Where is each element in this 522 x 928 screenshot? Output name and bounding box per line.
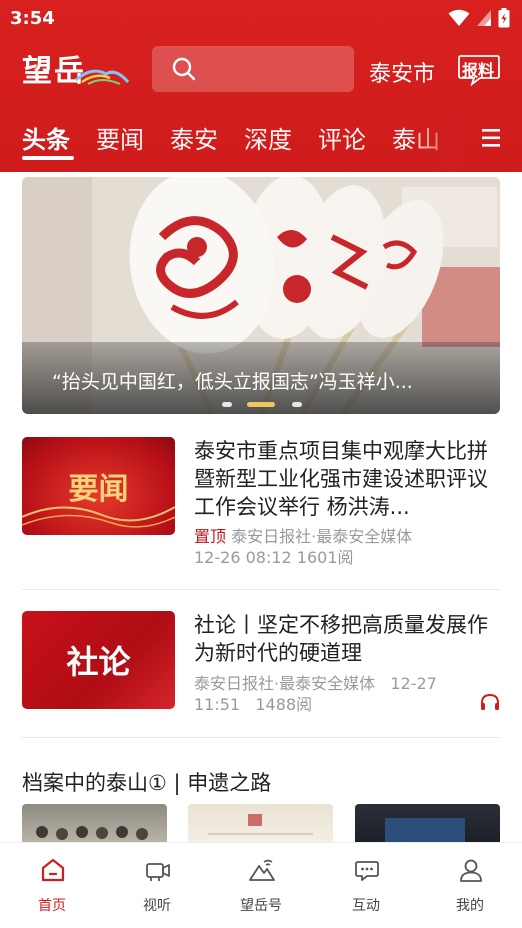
nav-video[interactable]: 视听 xyxy=(117,843,197,928)
news-meta: 泰安日报社·最泰安全媒体 12-27 xyxy=(194,673,500,694)
section-image[interactable] xyxy=(188,804,333,842)
news-source: 泰安日报社·最泰安全媒体 xyxy=(194,674,376,693)
news-reads: 1601阅 xyxy=(296,548,354,567)
archive-document-image xyxy=(208,814,313,835)
headline-carousel[interactable]: “抬头见中国红，低头立报国志”冯玉祥小... xyxy=(22,177,500,414)
report-label: 报料 xyxy=(462,61,495,80)
city-selector[interactable]: 泰安市 xyxy=(369,56,435,88)
divider xyxy=(22,737,500,738)
headphone-icon[interactable] xyxy=(480,693,500,711)
search-input[interactable] xyxy=(152,46,354,92)
news-time-clock: 11:51 xyxy=(194,695,241,714)
carousel-dot[interactable] xyxy=(222,402,232,407)
section-image[interactable] xyxy=(22,804,167,842)
tab-headline[interactable]: 头条 xyxy=(22,120,70,155)
news-title[interactable]: 社论丨坚定不移把高质量发展作为新时代的硬道理 xyxy=(194,611,500,667)
nav-home[interactable]: 首页 xyxy=(12,843,92,928)
carousel-indicator xyxy=(222,402,332,408)
tab-depth[interactable]: 深度 xyxy=(244,120,292,155)
logo-mountain-mark xyxy=(75,69,130,85)
thumbnail-label: 社论 xyxy=(66,643,131,681)
news-thumbnail: 要闻 xyxy=(22,437,175,535)
news-thumbnail: 社论 xyxy=(22,611,175,709)
news-time-date: 12-27 xyxy=(390,674,437,693)
app-screen: 3:54 望岳 泰安市 报料 头条 要闻 泰安 深度 评论 “抬头见中国红，低头… xyxy=(0,0,522,928)
search-icon xyxy=(172,57,196,81)
thumbnail-label: 要闻 xyxy=(68,472,129,507)
archive-photo-group-image xyxy=(36,826,148,840)
section-title[interactable]: 档案中的泰山① | 申遗之路 xyxy=(22,767,271,797)
video-icon xyxy=(146,863,170,881)
active-tab-indicator xyxy=(22,156,74,160)
tab-key-news[interactable]: 要闻 xyxy=(96,120,144,155)
wifi-icon xyxy=(448,9,470,26)
news-item[interactable]: 要闻 泰安市重点项目集中观摩大比拼暨新型工业化强市建设述职评议工作会议举行 杨洪… xyxy=(22,437,500,568)
carousel-dot-active[interactable] xyxy=(247,402,275,407)
status-time: 3:54 xyxy=(10,8,55,29)
nav-interact-label: 互动 xyxy=(352,898,380,914)
menu-icon[interactable] xyxy=(480,126,502,150)
pinned-badge: 置顶 xyxy=(194,527,227,546)
tab-taian[interactable]: 泰安 xyxy=(170,120,218,155)
person-icon xyxy=(460,859,482,882)
news-meta: 置顶 泰安日报社·最泰安全媒体 xyxy=(194,526,500,547)
bottom-navigation: 首页 视听 望岳号 互动 我的 xyxy=(0,842,522,928)
nav-video-label: 视听 xyxy=(143,898,171,914)
tab-commentary[interactable]: 评论 xyxy=(318,120,366,155)
channel-tabs: 头条 要闻 泰安 深度 评论 泰山 xyxy=(0,116,522,166)
nav-profile[interactable]: 我的 xyxy=(430,843,510,928)
report-button[interactable]: 报料 xyxy=(458,54,500,86)
news-meta-line2: 12-26 08:12 1601阅 xyxy=(194,547,500,568)
archive-book-image xyxy=(385,818,465,842)
nav-wangyue-hao-label: 望岳号 xyxy=(240,898,282,914)
news-item[interactable]: 社论 社论丨坚定不移把高质量发展作为新时代的硬道理 泰安日报社·最泰安全媒体 1… xyxy=(22,611,500,717)
news-time: 12-26 08:12 xyxy=(194,548,292,567)
app-logo[interactable]: 望岳 xyxy=(22,46,134,90)
nav-interact[interactable]: 互动 xyxy=(326,843,406,928)
signal-icon xyxy=(477,10,491,26)
news-source: 泰安日报社·最泰安全媒体 xyxy=(231,527,413,546)
section-image[interactable] xyxy=(355,804,500,842)
nav-wangyue-hao[interactable]: 望岳号 xyxy=(221,843,301,928)
chat-icon xyxy=(355,861,379,881)
news-reads: 1488阅 xyxy=(255,695,313,714)
status-icons xyxy=(448,8,510,28)
banner-caption: “抬头见中国红，低头立报国志”冯玉祥小... xyxy=(52,371,413,393)
divider xyxy=(22,589,500,590)
carousel-dot[interactable] xyxy=(292,402,302,407)
news-title[interactable]: 泰安市重点项目集中观摩大比拼暨新型工业化强市建设述职评议工作会议举行 杨洪涛..… xyxy=(194,437,500,521)
tabs-fade xyxy=(410,116,462,166)
status-bar: 3:54 xyxy=(0,0,522,36)
mountain-icon xyxy=(249,859,275,881)
nav-profile-label: 我的 xyxy=(456,898,484,914)
battery-icon xyxy=(498,8,510,28)
nav-home-label: 首页 xyxy=(38,898,66,914)
home-icon xyxy=(41,858,65,882)
news-meta-line2: 11:51 1488阅 xyxy=(194,694,500,715)
header: 3:54 望岳 泰安市 报料 头条 要闻 泰安 深度 评论 xyxy=(0,0,522,172)
